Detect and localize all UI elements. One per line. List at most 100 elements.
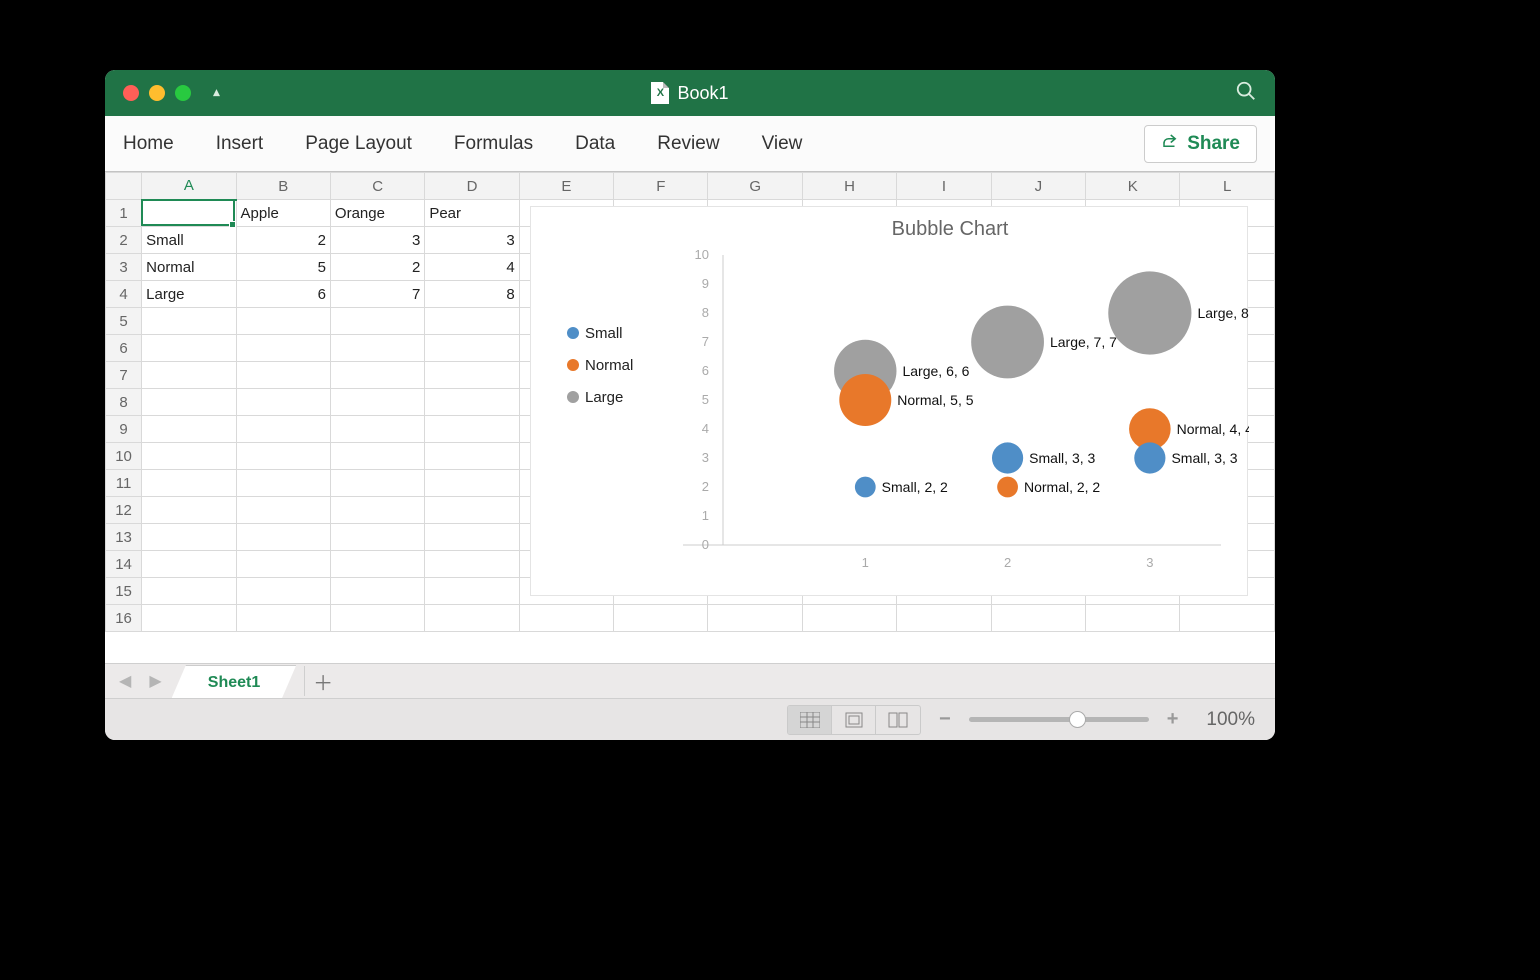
tab-page-layout[interactable]: Page Layout xyxy=(305,133,412,155)
share-button[interactable]: Share xyxy=(1144,125,1257,163)
cell-A15[interactable] xyxy=(142,578,236,605)
cell-B1[interactable]: Apple xyxy=(236,200,330,227)
row-header-9[interactable]: 9 xyxy=(106,416,142,443)
cell-A16[interactable] xyxy=(142,605,236,632)
cell-B6[interactable] xyxy=(236,335,330,362)
cell-A11[interactable] xyxy=(142,470,236,497)
cell-D10[interactable] xyxy=(425,443,519,470)
cell-C2[interactable]: 3 xyxy=(330,227,424,254)
cell-C9[interactable] xyxy=(330,416,424,443)
cell-B2[interactable]: 2 xyxy=(236,227,330,254)
cell-A5[interactable] xyxy=(142,308,236,335)
chart-bubble[interactable] xyxy=(997,477,1018,498)
cell-B4[interactable]: 6 xyxy=(236,281,330,308)
view-page-layout-icon[interactable] xyxy=(832,706,876,734)
cell-A1[interactable] xyxy=(142,200,236,227)
row-header-13[interactable]: 13 xyxy=(106,524,142,551)
cell-D3[interactable]: 4 xyxy=(425,254,519,281)
col-header-C[interactable]: C xyxy=(330,173,424,200)
col-header-B[interactable]: B xyxy=(236,173,330,200)
cell-C3[interactable]: 2 xyxy=(330,254,424,281)
cell-A10[interactable] xyxy=(142,443,236,470)
cell-L16[interactable] xyxy=(1180,605,1275,632)
cell-B5[interactable] xyxy=(236,308,330,335)
cell-B12[interactable] xyxy=(236,497,330,524)
zoom-thumb[interactable] xyxy=(1069,711,1086,728)
cell-D5[interactable] xyxy=(425,308,519,335)
row-header-1[interactable]: 1 xyxy=(106,200,142,227)
cell-C5[interactable] xyxy=(330,308,424,335)
search-icon[interactable] xyxy=(1235,80,1257,107)
zoom-in-button[interactable]: + xyxy=(1163,708,1183,731)
cell-A14[interactable] xyxy=(142,551,236,578)
cell-A4[interactable]: Large xyxy=(142,281,236,308)
row-header-15[interactable]: 15 xyxy=(106,578,142,605)
row-header-3[interactable]: 3 xyxy=(106,254,142,281)
cell-C4[interactable]: 7 xyxy=(330,281,424,308)
cell-B13[interactable] xyxy=(236,524,330,551)
row-header-5[interactable]: 5 xyxy=(106,308,142,335)
chart-bubble[interactable] xyxy=(855,477,876,498)
cell-C14[interactable] xyxy=(330,551,424,578)
row-header-6[interactable]: 6 xyxy=(106,335,142,362)
cell-C15[interactable] xyxy=(330,578,424,605)
close-icon[interactable] xyxy=(123,85,139,101)
row-header-11[interactable]: 11 xyxy=(106,470,142,497)
cell-D4[interactable]: 8 xyxy=(425,281,519,308)
zoom-slider[interactable] xyxy=(969,717,1149,722)
cell-B15[interactable] xyxy=(236,578,330,605)
cell-D6[interactable] xyxy=(425,335,519,362)
tab-view[interactable]: View xyxy=(762,133,803,155)
cell-K16[interactable] xyxy=(1086,605,1180,632)
cell-D7[interactable] xyxy=(425,362,519,389)
cell-C10[interactable] xyxy=(330,443,424,470)
cell-A7[interactable] xyxy=(142,362,236,389)
cell-C7[interactable] xyxy=(330,362,424,389)
cell-B7[interactable] xyxy=(236,362,330,389)
cell-C13[interactable] xyxy=(330,524,424,551)
chart-bubble[interactable] xyxy=(971,306,1044,379)
sheet-nav-prev-icon[interactable]: ◀ xyxy=(113,671,137,691)
cell-C11[interactable] xyxy=(330,470,424,497)
cell-B14[interactable] xyxy=(236,551,330,578)
cell-H16[interactable] xyxy=(802,605,896,632)
cell-J16[interactable] xyxy=(991,605,1085,632)
view-page-break-icon[interactable] xyxy=(876,706,920,734)
row-header-8[interactable]: 8 xyxy=(106,389,142,416)
cell-A9[interactable] xyxy=(142,416,236,443)
sheet-tab-sheet1[interactable]: Sheet1 xyxy=(171,665,296,698)
add-sheet-button[interactable]: ＋ xyxy=(304,666,342,696)
cell-D14[interactable] xyxy=(425,551,519,578)
col-header-I[interactable]: I xyxy=(897,173,991,200)
cell-C6[interactable] xyxy=(330,335,424,362)
cell-A8[interactable] xyxy=(142,389,236,416)
select-all-cell[interactable] xyxy=(106,173,142,200)
col-header-G[interactable]: G xyxy=(708,173,802,200)
cell-D9[interactable] xyxy=(425,416,519,443)
cell-A3[interactable]: Normal xyxy=(142,254,236,281)
row-header-16[interactable]: 16 xyxy=(106,605,142,632)
row-header-4[interactable]: 4 xyxy=(106,281,142,308)
cell-D13[interactable] xyxy=(425,524,519,551)
col-header-F[interactable]: F xyxy=(614,173,708,200)
tab-data[interactable]: Data xyxy=(575,133,615,155)
chart-bubble[interactable] xyxy=(1108,271,1191,354)
row-header-10[interactable]: 10 xyxy=(106,443,142,470)
minimize-icon[interactable] xyxy=(149,85,165,101)
tab-home[interactable]: Home xyxy=(123,133,174,155)
cell-D2[interactable]: 3 xyxy=(425,227,519,254)
row-header-12[interactable]: 12 xyxy=(106,497,142,524)
cell-D12[interactable] xyxy=(425,497,519,524)
cell-C12[interactable] xyxy=(330,497,424,524)
cell-B3[interactable]: 5 xyxy=(236,254,330,281)
chart-bubble[interactable] xyxy=(1134,442,1165,473)
chart-bubble[interactable] xyxy=(839,374,891,426)
cell-B10[interactable] xyxy=(236,443,330,470)
tab-formulas[interactable]: Formulas xyxy=(454,133,533,155)
cell-B16[interactable] xyxy=(236,605,330,632)
cell-G16[interactable] xyxy=(708,605,802,632)
col-header-L[interactable]: L xyxy=(1180,173,1275,200)
cell-D11[interactable] xyxy=(425,470,519,497)
row-header-14[interactable]: 14 xyxy=(106,551,142,578)
cell-A12[interactable] xyxy=(142,497,236,524)
